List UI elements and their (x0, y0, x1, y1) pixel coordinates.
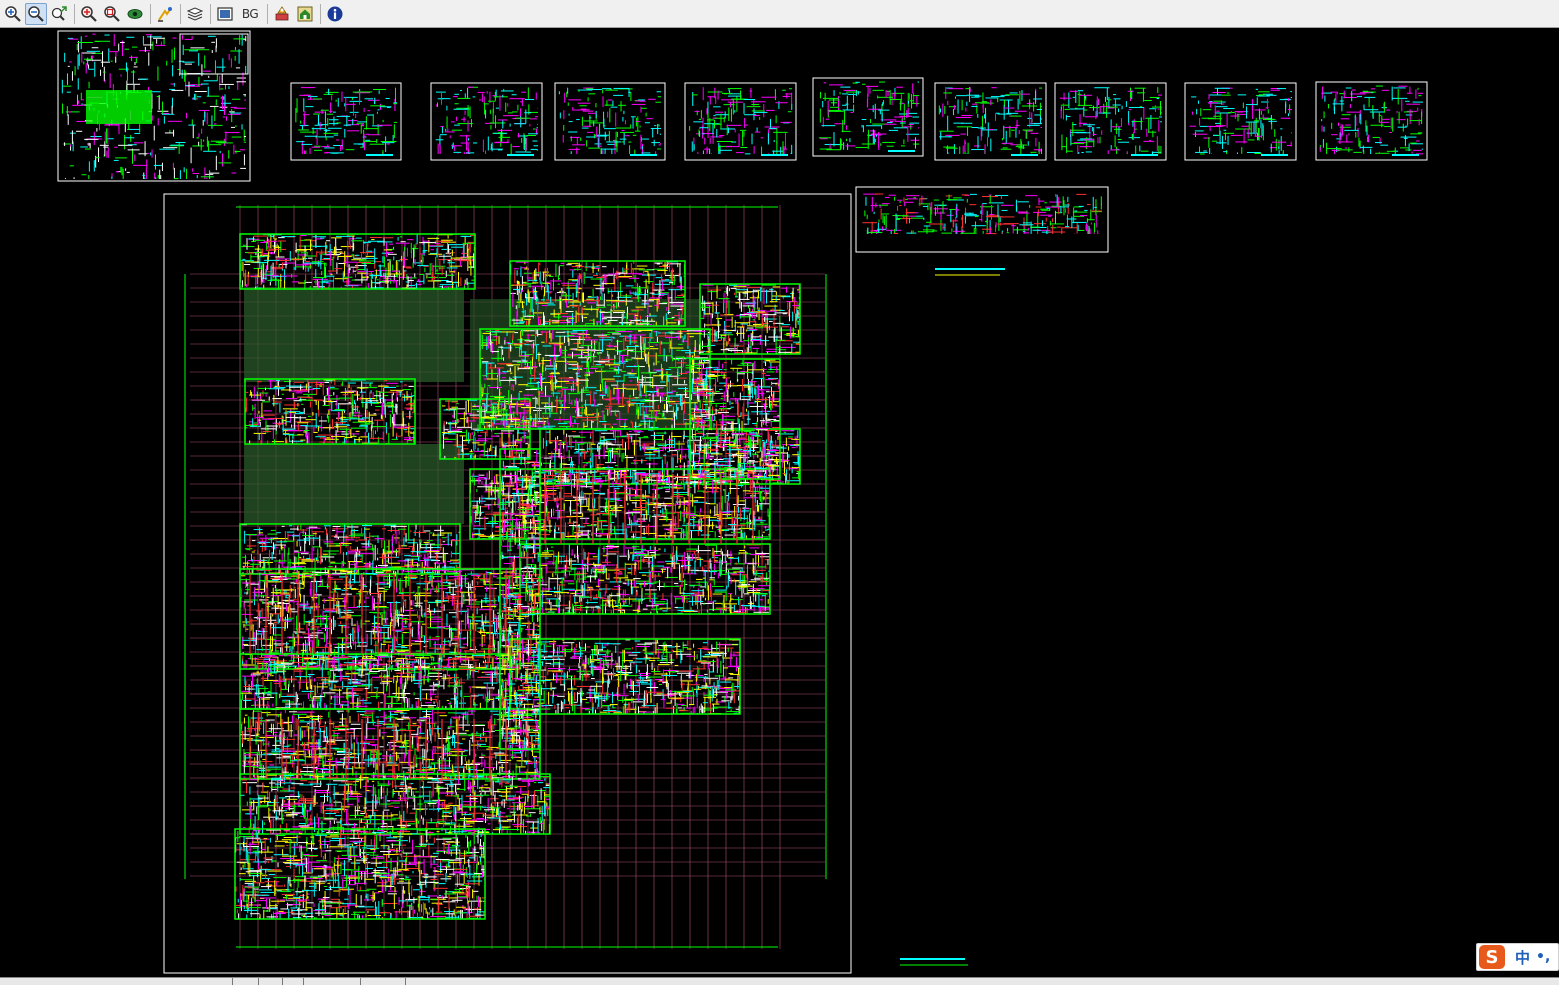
toolbar-separator (74, 3, 75, 24)
layout-tab[interactable] (258, 978, 259, 985)
zoom-in-icon (5, 5, 21, 22)
drawing-sheet (290, 82, 402, 161)
print-icon (275, 5, 289, 20)
layout-tab[interactable] (232, 978, 233, 985)
cad-drawing (57, 30, 1428, 974)
zoom-in-button[interactable] (2, 3, 24, 25)
toolbar-separator (320, 3, 321, 24)
zoom-extents-button[interactable] (101, 3, 123, 25)
display-mode-icon (217, 6, 233, 21)
toolbar-separator (210, 3, 211, 24)
print-button[interactable] (271, 3, 293, 25)
ime-indicator[interactable]: S 中 •, (1476, 943, 1559, 971)
background-toggle-button[interactable]: BG (237, 3, 263, 25)
zoom-out-icon (28, 5, 44, 22)
layout-tabs-strip (0, 977, 1559, 985)
layers-button[interactable] (184, 3, 206, 25)
layout-tab[interactable] (405, 978, 406, 985)
zoom-window-icon (81, 5, 97, 22)
toolbar-separator (150, 3, 151, 24)
hatch-area (244, 287, 464, 382)
background-toggle-label: BG (241, 6, 259, 21)
detail-table (86, 90, 152, 124)
pan-icon (51, 5, 67, 21)
home-icon (297, 6, 313, 21)
info-icon (327, 6, 343, 21)
pan-button[interactable] (48, 3, 70, 25)
toolbar-separator (180, 3, 181, 24)
ime-punctuation-label: •, (1536, 949, 1551, 965)
hatch-area (244, 444, 464, 524)
zoom-extents-icon (104, 5, 120, 22)
redraw-button[interactable] (154, 3, 176, 25)
ime-logo-icon: S (1479, 945, 1505, 969)
drawing-canvas[interactable] (0, 29, 1559, 977)
zoom-out-button[interactable] (25, 2, 47, 25)
ime-mode-label: 中 (1515, 948, 1531, 967)
zoom-window-button[interactable] (78, 3, 100, 25)
drawing-sheet (1054, 82, 1167, 161)
layers-icon (186, 6, 204, 21)
toolbar: BG (0, 0, 1559, 28)
eye-view-button[interactable] (124, 3, 146, 25)
redraw-icon (158, 6, 172, 22)
layout-tab[interactable] (360, 978, 361, 985)
layout-tab[interactable] (303, 978, 304, 985)
eye-view-icon (127, 8, 143, 19)
home-button[interactable] (294, 3, 316, 25)
toolbar-separator (267, 3, 268, 24)
layout-tab[interactable] (282, 978, 283, 985)
display-mode-button[interactable] (214, 3, 236, 25)
info-button[interactable] (324, 3, 346, 25)
